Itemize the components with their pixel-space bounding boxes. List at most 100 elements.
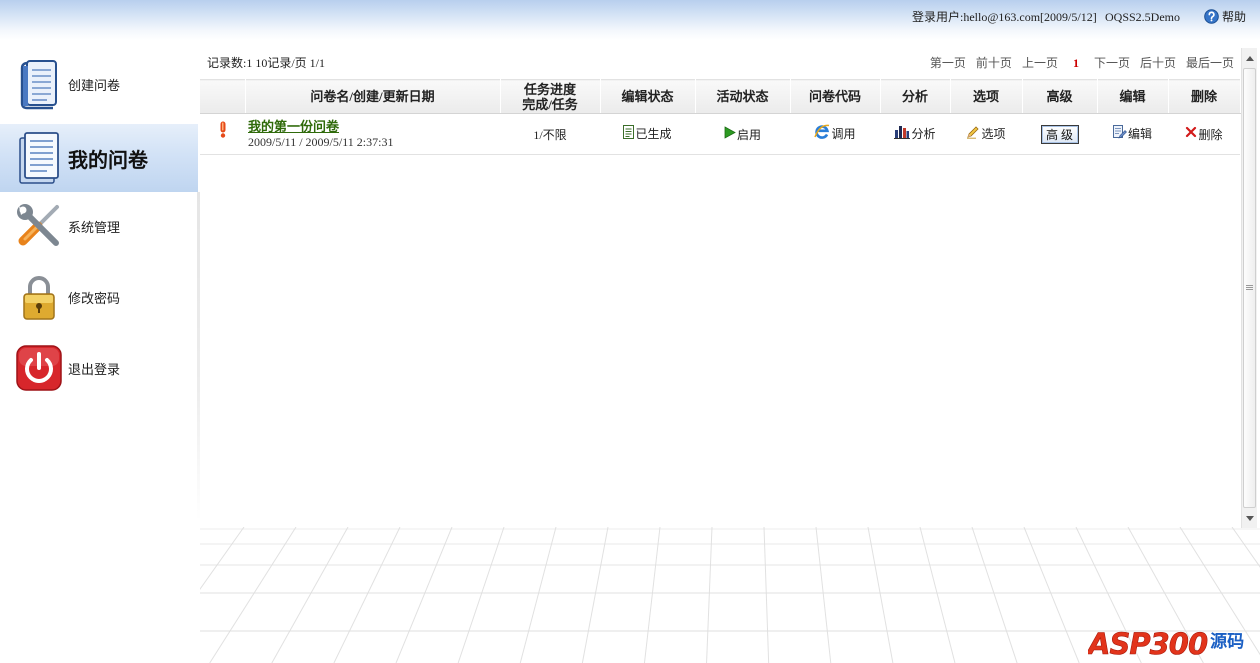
help-link[interactable]: 帮助 [1204, 9, 1246, 24]
floor-grid-line [581, 527, 609, 663]
floor-grid-line [457, 527, 505, 663]
header-active-status: 活动状态 [695, 79, 791, 114]
header-advanced: 高级 [1022, 79, 1098, 114]
advanced-cell: 高 级 [1022, 113, 1097, 155]
get-code-label: 调用 [831, 126, 856, 141]
pager-next-ten[interactable]: 后十页 [1140, 56, 1176, 70]
bar-chart-icon [894, 125, 911, 139]
edit-cell: 编辑 [1097, 113, 1168, 155]
header-progress-title: 任务进度 [523, 81, 576, 97]
options-label: 选项 [981, 127, 1006, 142]
floor-grid-line [395, 527, 453, 663]
header-edit: 编辑 [1097, 79, 1169, 114]
header-options: 选项 [950, 79, 1023, 114]
header-analysis: 分析 [880, 79, 951, 114]
pagination: 第一页 前十页 上一页 1 下一页 后十页 最后一页 [930, 56, 1234, 70]
sidebar-item-my-questionnaires[interactable]: 我的问卷 [0, 124, 198, 192]
active-status-cell: 启用 [695, 113, 790, 155]
analysis-cell: 分析 [880, 113, 950, 155]
play-icon [724, 125, 736, 139]
progress-cell: 1/不限 [500, 113, 600, 155]
delete-x-icon [1185, 126, 1197, 138]
options-cell: 选项 [950, 113, 1022, 155]
pencil-icon [966, 125, 980, 139]
floor-grid-line [643, 527, 661, 663]
delete-label: 删除 [1198, 127, 1223, 142]
help-icon [1204, 9, 1219, 24]
get-code-link[interactable]: 调用 [814, 123, 856, 142]
floor-grid-line [763, 527, 770, 663]
active-status-label: 启用 [736, 127, 761, 142]
edit-status-label: 已生成 [635, 127, 672, 142]
pager-next[interactable]: 下一页 [1094, 56, 1130, 70]
floor-grid-line [1023, 527, 1080, 663]
header-code: 问卷代码 [790, 79, 881, 114]
pager-current-page: 1 [1072, 56, 1079, 70]
header-status [200, 79, 246, 114]
analysis-link[interactable]: 分析 [894, 125, 936, 142]
sidebar-item-label: 系统管理 [68, 219, 121, 235]
header-delete: 删除 [1168, 79, 1241, 114]
floor-grid-line [706, 527, 713, 663]
sidebar-item-create-questionnaire[interactable]: 创建问卷 [0, 50, 198, 118]
power-icon [12, 345, 66, 391]
code-cell: 调用 [790, 113, 880, 155]
edit-link[interactable]: 编辑 [1112, 124, 1152, 142]
status-cell [200, 113, 245, 155]
table-row: 我的第一份问卷 2009/5/11 / 2009/5/11 2:37:31 1/… [200, 113, 1240, 155]
tools-icon [12, 202, 66, 250]
scrollbar-thumb[interactable] [1243, 68, 1256, 508]
scroll-down-arrow-icon[interactable] [1242, 510, 1257, 526]
scroll-grip-icon [1246, 285, 1253, 290]
generated-document-icon [623, 124, 635, 139]
header-edit-status: 编辑状态 [600, 79, 696, 114]
book-icon [12, 58, 66, 110]
document-icon [12, 131, 66, 185]
pager-last[interactable]: 最后一页 [1186, 56, 1234, 70]
pager-prev-ten[interactable]: 前十页 [976, 56, 1012, 70]
pager-first[interactable]: 第一页 [930, 56, 966, 70]
header-name: 问卷名/创建/更新日期 [245, 79, 501, 114]
sidebar-item-logout[interactable]: 退出登录 [0, 334, 198, 402]
floor-grid-line [519, 527, 557, 663]
active-status-link[interactable]: 启用 [724, 125, 761, 143]
lock-icon [12, 273, 66, 321]
floor-grid-line [867, 527, 894, 663]
sidebar-item-label: 修改密码 [68, 290, 121, 306]
table-header-row: 问卷名/创建/更新日期 任务进度 完成/任务 编辑状态 活动状态 问卷代码 分析… [200, 79, 1241, 114]
asp300-logo: ASP300 源码 [1088, 616, 1253, 660]
sidebar-item-system-management[interactable]: 系统管理 [0, 192, 198, 260]
delete-cell: 删除 [1168, 113, 1240, 155]
sidebar-item-change-password[interactable]: 修改密码 [0, 263, 198, 331]
scroll-up-arrow-icon[interactable] [1242, 50, 1257, 66]
questionnaire-dates: 2009/5/11 / 2009/5/11 2:37:31 [248, 134, 394, 149]
floor-grid-line [815, 527, 832, 663]
product-version: OQSS2.5Demo [1105, 10, 1181, 24]
delete-link[interactable]: 删除 [1185, 126, 1223, 143]
questionnaire-name-link[interactable]: 我的第一份问卷 [248, 119, 500, 134]
questionnaire-table: 问卷名/创建/更新日期 任务进度 完成/任务 编辑状态 活动状态 问卷代码 分析… [200, 79, 1241, 155]
header-progress: 任务进度 完成/任务 [500, 79, 601, 114]
sidebar-item-label: 退出登录 [68, 361, 121, 377]
logo-suffix: 源码 [1210, 632, 1245, 652]
floor-grid-line [919, 527, 956, 663]
advanced-button[interactable]: 高 级 [1040, 124, 1079, 144]
logged-in-user: 登录用户:hello@163.com[2009/5/12] [912, 10, 1097, 24]
edit-label: 编辑 [1127, 127, 1152, 142]
edit-status-link[interactable]: 已生成 [623, 124, 672, 142]
help-label: 帮助 [1222, 9, 1247, 24]
record-count-info: 记录数:1 10记录/页 1/1 [207, 56, 326, 70]
top-bar: 登录用户:hello@163.com[2009/5/12] OQSS2.5Dem… [0, 0, 1260, 40]
sidebar-divider [197, 192, 200, 522]
floor-grid-line [971, 527, 1018, 663]
floor-grid-line [333, 527, 401, 663]
sidebar-item-label: 我的问卷 [68, 149, 148, 172]
floor-grid-line [200, 527, 245, 590]
sidebar-item-label: 创建问卷 [68, 77, 121, 93]
alert-icon [219, 121, 227, 138]
analysis-label: 分析 [911, 127, 936, 142]
options-link[interactable]: 选项 [966, 125, 1006, 142]
vertical-scrollbar[interactable] [1241, 48, 1257, 528]
pager-prev[interactable]: 上一页 [1022, 56, 1058, 70]
ie-icon [814, 123, 830, 140]
